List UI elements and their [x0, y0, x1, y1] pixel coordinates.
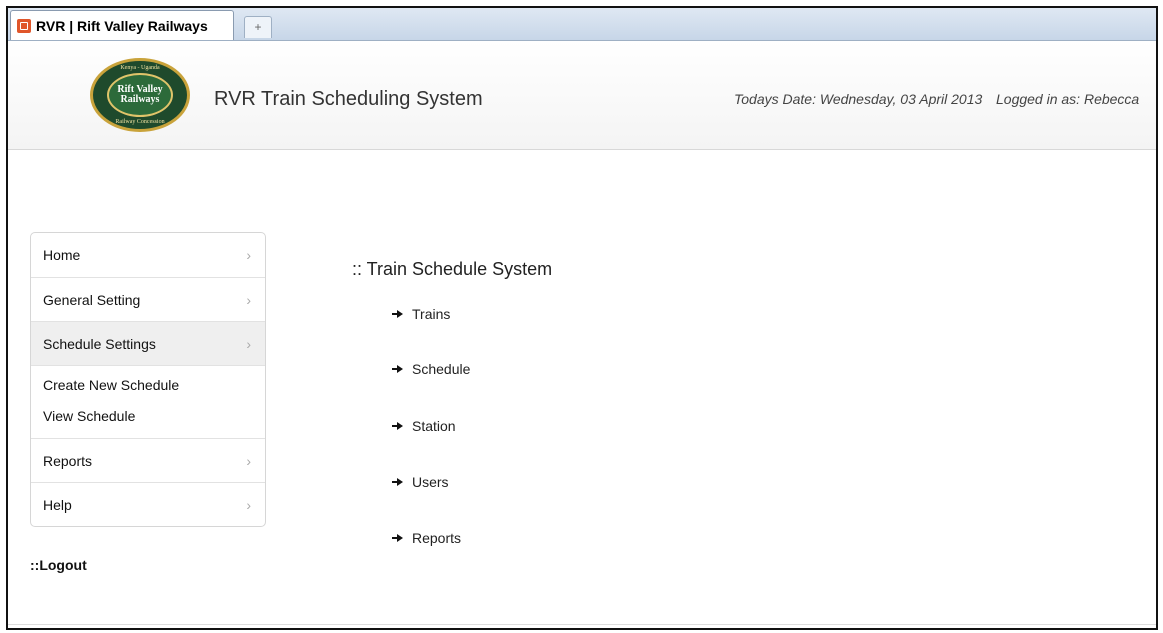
sidebar-item-label: Help: [43, 497, 72, 513]
new-tab-button[interactable]: +: [244, 16, 272, 38]
arrow-right-icon: [392, 533, 403, 543]
favicon-icon: [17, 18, 31, 33]
chevron-right-icon: ›: [246, 497, 251, 513]
sidebar-item-schedule-settings[interactable]: Schedule Settings ›: [31, 321, 265, 365]
sidebar-item-reports[interactable]: Reports ›: [31, 438, 265, 482]
footer-divider: [8, 624, 1156, 625]
arrow-right-icon: [392, 421, 403, 431]
sidebar: Home › General Setting › Schedule Settin…: [30, 232, 266, 573]
current-date: Todays Date: Wednesday, 03 April 2013: [734, 91, 983, 107]
logo-line2: Railways: [120, 94, 160, 105]
menu-link-schedule[interactable]: Schedule: [392, 361, 470, 377]
app-title: RVR Train Scheduling System: [214, 88, 483, 110]
menu-link-station[interactable]: Station: [392, 418, 456, 434]
chevron-right-icon: ›: [246, 453, 251, 469]
chevron-right-icon: ›: [246, 247, 251, 263]
sidebar-item-label: General Setting: [43, 292, 141, 308]
menu-link-label: Trains: [412, 306, 451, 322]
tab-bar: RVR | Rift Valley Railways +: [8, 8, 1156, 41]
arrow-right-icon: [392, 364, 403, 374]
sidebar-item-home[interactable]: Home ›: [31, 233, 265, 277]
menu-link-users[interactable]: Users: [392, 474, 449, 490]
tab-title: RVR | Rift Valley Railways: [36, 17, 208, 34]
logout-link[interactable]: ::Logout: [30, 557, 266, 573]
menu-link-label: Schedule: [412, 361, 471, 377]
schedule-submenu: Create New Schedule View Schedule: [31, 365, 265, 438]
browser-tab[interactable]: RVR | Rift Valley Railways: [10, 10, 234, 40]
browser-window: RVR | Rift Valley Railways + Kenya - Uga…: [6, 6, 1158, 630]
menu-link-reports[interactable]: Reports: [392, 530, 461, 546]
logo-top-text: Kenya - Uganda: [120, 65, 160, 71]
page-header: Kenya - Uganda Rift Valley Railways Rail…: [8, 41, 1156, 150]
sidebar-item-help[interactable]: Help ›: [31, 482, 265, 526]
sidebar-item-general-setting[interactable]: General Setting ›: [31, 277, 265, 321]
logged-in-user: Logged in as: Rebecca: [996, 91, 1140, 107]
logo-bottom-text: Railway Concession: [115, 119, 165, 125]
sidebar-item-label: Home: [43, 247, 81, 263]
arrow-right-icon: [392, 477, 403, 487]
sidebar-item-label: Schedule Settings: [43, 336, 156, 352]
submenu-create-new-schedule[interactable]: Create New Schedule: [31, 370, 265, 401]
arrow-right-icon: [392, 309, 403, 319]
chevron-right-icon: ›: [246, 292, 251, 308]
menu-link-label: Station: [412, 418, 456, 434]
sidebar-item-label: Reports: [43, 453, 93, 469]
chevron-right-icon: ›: [246, 336, 251, 352]
menu-link-label: Reports: [412, 530, 462, 546]
submenu-view-schedule[interactable]: View Schedule: [31, 401, 265, 432]
menu-link-trains[interactable]: Trains: [392, 306, 450, 322]
logo-center: Rift Valley Railways: [107, 73, 173, 117]
rvr-logo[interactable]: Kenya - Uganda Rift Valley Railways Rail…: [90, 58, 190, 132]
page-title: :: Train Schedule System: [352, 259, 553, 279]
menu-link-label: Users: [412, 474, 449, 490]
sidebar-nav: Home › General Setting › Schedule Settin…: [30, 232, 266, 527]
